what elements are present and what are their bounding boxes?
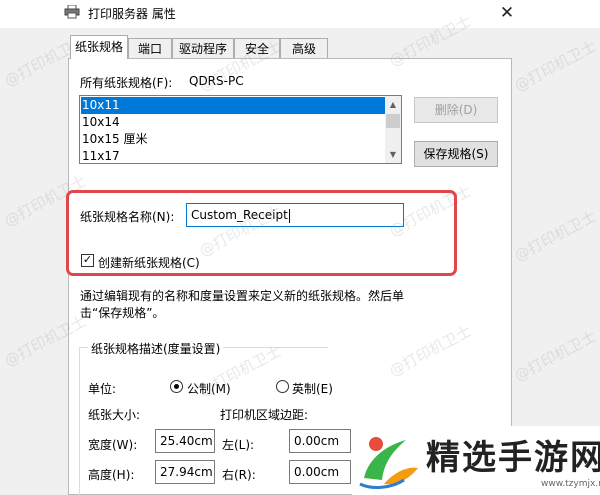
highlight-box bbox=[66, 190, 457, 276]
list-item[interactable]: 10x11 bbox=[81, 97, 387, 114]
right-margin-label: 右(R): bbox=[222, 468, 256, 482]
list-item[interactable]: 10x15 厘米 bbox=[81, 131, 387, 148]
imperial-radio[interactable] bbox=[276, 380, 289, 393]
server-name: QDRS-PC bbox=[189, 74, 244, 88]
save-form-button[interactable]: 保存规格(S) bbox=[414, 141, 498, 167]
list-item[interactable]: 11x17 bbox=[81, 148, 387, 163]
scroll-down-icon[interactable]: ▼ bbox=[385, 146, 401, 163]
width-label: 宽度(W): bbox=[88, 438, 138, 452]
forms-listbox[interactable]: 10x11 10x14 10x15 厘米 11x17 bbox=[79, 95, 402, 164]
tab-drivers[interactable]: 驱动程序 bbox=[172, 38, 234, 58]
printer-icon bbox=[64, 5, 80, 19]
height-label: 高度(H): bbox=[88, 468, 135, 482]
left-margin-label: 左(L): bbox=[222, 438, 255, 452]
watermark: @打印机卫士 bbox=[511, 36, 600, 96]
list-item[interactable]: 10x14 bbox=[81, 114, 387, 131]
watermark: @打印机卫士 bbox=[511, 326, 600, 386]
window-title: 打印服务器 属性 bbox=[88, 7, 176, 21]
description-line-1: 通过编辑现有的名称和度量设置来定义新的纸张规格。然后单 bbox=[80, 289, 405, 303]
site-logo-icon bbox=[359, 437, 418, 489]
imperial-label[interactable]: 英制(E) bbox=[292, 380, 333, 397]
close-icon[interactable]: ✕ bbox=[496, 2, 518, 24]
watermark: @打印机卫士 bbox=[511, 206, 600, 266]
height-input[interactable]: 27.94cm bbox=[155, 460, 215, 484]
all-forms-label: 所有纸张规格(F): bbox=[80, 76, 173, 90]
tab-advanced[interactable]: 高级 bbox=[280, 38, 328, 58]
tab-security[interactable]: 安全 bbox=[234, 38, 280, 58]
radio-selected-dot bbox=[174, 384, 179, 389]
margins-label: 打印机区域边距: bbox=[220, 408, 309, 422]
scroll-thumb[interactable] bbox=[386, 114, 400, 128]
paper-size-label: 纸张大小: bbox=[88, 408, 141, 422]
metric-radio[interactable] bbox=[170, 380, 183, 393]
right-margin-input[interactable]: 0.00cm bbox=[289, 460, 351, 484]
width-input[interactable]: 25.40cm bbox=[155, 429, 215, 453]
unit-label: 单位: bbox=[88, 382, 117, 396]
delete-button[interactable]: 删除(D) bbox=[414, 97, 498, 123]
list-scrollbar[interactable]: ▲ ▼ bbox=[385, 96, 401, 163]
left-margin-input[interactable]: 0.00cm bbox=[289, 429, 351, 453]
site-logo-url: www.tzymjx.net bbox=[541, 479, 600, 489]
scroll-up-icon[interactable]: ▲ bbox=[385, 96, 401, 113]
group-title: 纸张规格描述(度量设置) bbox=[88, 340, 224, 357]
metric-label[interactable]: 公制(M) bbox=[187, 380, 231, 397]
site-logo-text: 精选手游网 bbox=[426, 438, 600, 478]
tab-ports[interactable]: 端口 bbox=[128, 38, 172, 58]
tab-paper-forms[interactable]: 纸张规格 bbox=[70, 35, 128, 59]
description-line-2: 击“保存规格”。 bbox=[80, 306, 165, 320]
